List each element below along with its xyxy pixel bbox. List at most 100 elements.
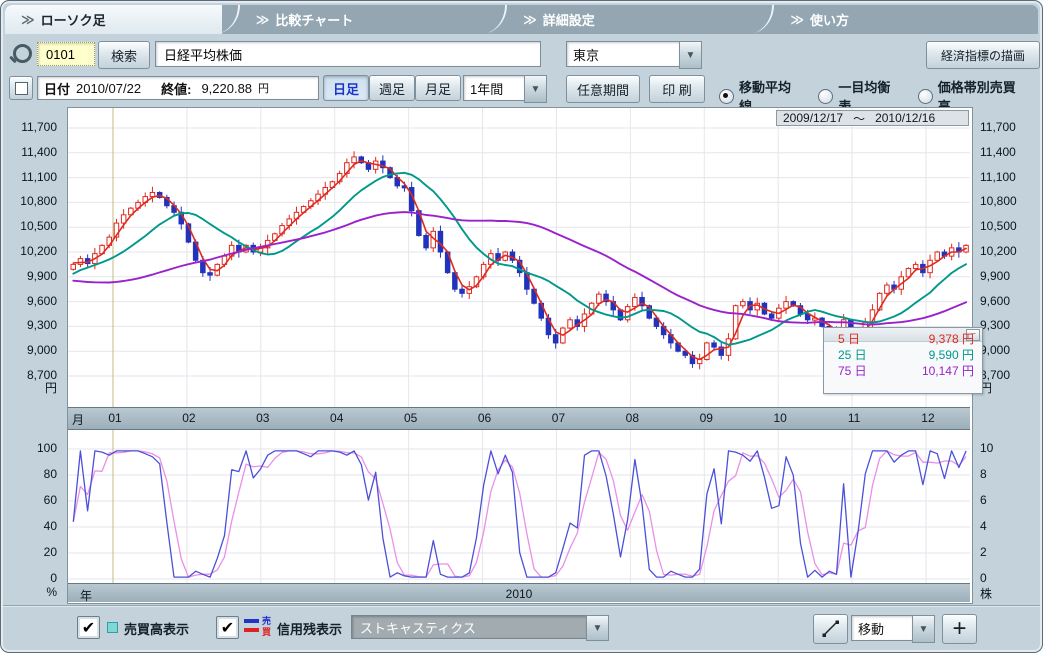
y-axis-tick: 9,600 <box>27 294 57 308</box>
indicator-select-arrow[interactable]: ▼ <box>586 615 609 641</box>
stoch-axis-tick: 100 <box>37 441 57 455</box>
range-tilde: ～ <box>853 110 865 127</box>
app-window: ≫ ローソク足≫ 比較チャート≫ 詳細設定≫ 使い方 検索 東京 ▼ 経済指標の… <box>0 0 1043 653</box>
marker-toggle-button[interactable] <box>9 76 33 100</box>
radio-icon <box>719 89 734 104</box>
issue-name-field[interactable] <box>162 46 534 63</box>
tab-3[interactable]: ≫ 詳細設定 <box>507 5 756 34</box>
tab-2[interactable]: ≫ 比較チャート <box>240 5 489 34</box>
tool-mode-select[interactable]: 移動 <box>851 615 913 641</box>
y-axis-tick: 8,700 <box>27 368 57 382</box>
tab-arrow-icon: ≫ <box>523 12 535 28</box>
indicator-select[interactable]: ストキャスティクス <box>351 615 587 639</box>
crosshair-add-button[interactable]: + <box>942 614 977 644</box>
volume-label: 売買高表示 <box>124 619 189 638</box>
ma-legend-label: 5 日 <box>838 330 860 347</box>
code-input[interactable] <box>44 46 88 63</box>
month-label: 04 <box>330 411 343 425</box>
tab-label: 詳細設定 <box>543 10 595 29</box>
stoch-axis-tick: 4 <box>980 519 987 533</box>
margin-buy-label: 買 <box>262 625 271 638</box>
search-button[interactable]: 検索 <box>98 41 150 69</box>
radio-icon <box>918 89 933 104</box>
y-axis-tick: 11,400 <box>980 145 1016 159</box>
economic-indicator-button[interactable]: 経済指標の描画 <box>926 41 1040 69</box>
chevron-down-icon: ▼ <box>593 623 603 634</box>
year-axis-label: 年 <box>80 587 92 604</box>
market-select[interactable]: 東京 <box>566 41 680 67</box>
range-select-arrow[interactable]: ▼ <box>524 75 547 103</box>
stochastics-chart[interactable] <box>68 430 970 583</box>
range-select[interactable]: 1年間 <box>463 75 525 101</box>
close-value: 9,220.88 <box>201 81 252 96</box>
chevron-down-icon: ▼ <box>686 50 696 61</box>
stoch-axis-tick: 0 <box>50 571 57 585</box>
y-axis-tick: 9,900 <box>27 269 57 283</box>
trendline-icon <box>821 619 841 639</box>
tab-arrow-icon: ≫ <box>21 12 33 28</box>
y-axis-tick: 9,600 <box>980 294 1010 308</box>
range-start: 2009/12/17 <box>783 111 843 125</box>
month-label: 12 <box>921 411 934 425</box>
print-button[interactable]: 印 刷 <box>649 75 705 103</box>
year-value: 2010 <box>506 587 533 601</box>
ma-legend-row: 25 日9,590 円 <box>824 346 982 362</box>
tab-arrow-icon: ≫ <box>256 12 268 28</box>
y-axis-unit: 円 <box>45 379 57 396</box>
y-axis-tick: 11,100 <box>980 170 1016 184</box>
tool-mode-arrow[interactable]: ▼ <box>912 615 935 643</box>
period-button-1[interactable]: 日足 <box>323 75 369 101</box>
y-axis-tick: 10,200 <box>20 244 57 258</box>
ma-legend-value: 9,378 円 <box>929 330 974 347</box>
volume-checkbox[interactable]: ✔ <box>77 616 100 639</box>
ma-legend-row: 75 日10,147 円 <box>824 362 982 378</box>
stoch-axis-tick: 2 <box>980 545 987 559</box>
month-label: 05 <box>404 411 417 425</box>
y-axis-tick: 10,500 <box>980 219 1017 233</box>
stoch-axis-tick: 10 <box>980 441 993 455</box>
y-axis-tick: 9,300 <box>27 318 57 332</box>
tab-1[interactable]: ≫ ローソク足 <box>5 5 222 34</box>
margin-buy-line-icon <box>244 628 259 632</box>
margin-label: 信用残表示 <box>277 619 342 638</box>
stoch-axis-tick: 40 <box>44 519 57 533</box>
ma-legend-value: 9,590 円 <box>929 346 974 363</box>
y-axis-tick: 8,700 <box>980 368 1010 382</box>
tab-bar: ≫ ローソク足≫ 比較チャート≫ 詳細設定≫ 使い方 <box>5 5 1038 34</box>
margin-sell-line-icon <box>244 619 259 623</box>
divider <box>3 605 1040 607</box>
period-button-2[interactable]: 週足 <box>369 75 415 101</box>
market-select-arrow[interactable]: ▼ <box>679 41 702 69</box>
stoch-axis-tick: 20 <box>44 545 57 559</box>
date-label: 日付 <box>44 79 70 98</box>
radio-icon <box>818 89 833 104</box>
tab-label: 使い方 <box>810 10 849 29</box>
date-value: 2010/07/22 <box>76 81 141 96</box>
chevron-down-icon: ▼ <box>919 624 929 635</box>
y-axis-tick: 10,800 <box>20 194 57 208</box>
year-axis: 年 2010 <box>68 583 970 602</box>
name-field-wrap <box>155 41 541 67</box>
ma-legend-box[interactable]: ─ 5 日9,378 円25 日9,590 円75 日10,147 円 <box>823 327 983 394</box>
stoch-axis-tick: 8 <box>980 467 987 481</box>
y-axis-tick: 10,800 <box>980 194 1017 208</box>
custom-period-button[interactable]: 任意期間 <box>566 75 640 103</box>
month-label: 10 <box>773 411 786 425</box>
marker-square-icon <box>15 82 28 95</box>
volume-color-swatch <box>107 622 118 633</box>
quote-panel: 日付 2010/07/22 終値: 9,220.88 円 <box>37 76 319 100</box>
y-axis-tick: 10,200 <box>980 244 1017 258</box>
margin-checkbox[interactable]: ✔ <box>216 616 239 639</box>
stoch-axis-unit: 株 <box>980 585 992 602</box>
y-axis-tick: 9,300 <box>980 318 1010 332</box>
month-label: 09 <box>700 411 713 425</box>
y-axis-tick: 9,000 <box>980 343 1010 357</box>
plus-icon: + <box>952 615 966 643</box>
tab-label: ローソク足 <box>41 10 106 29</box>
stoch-axis-tick: 0 <box>980 571 987 585</box>
period-button-3[interactable]: 月足 <box>415 75 461 101</box>
trendline-tool-button[interactable] <box>813 614 848 644</box>
checkmark-icon: ✔ <box>82 618 95 638</box>
tab-4[interactable]: ≫ 使い方 <box>774 5 1038 34</box>
tool-mode-value: 移動 <box>858 619 884 638</box>
